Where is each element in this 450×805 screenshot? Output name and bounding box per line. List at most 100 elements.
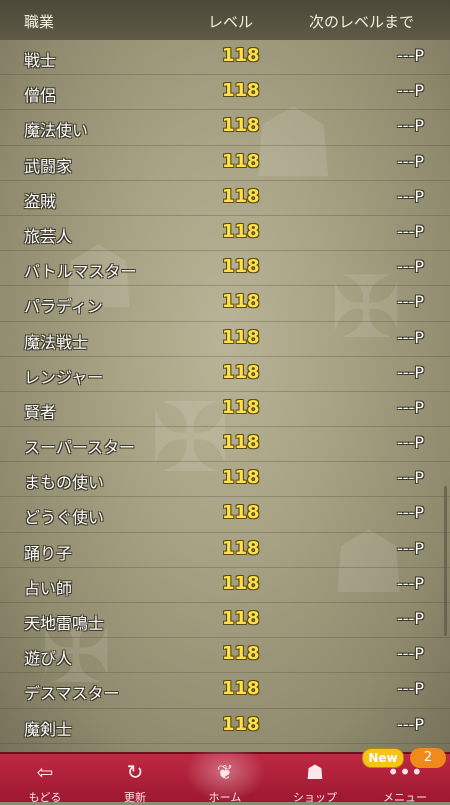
nav-update-label: 更新 xyxy=(124,791,146,804)
job-level: 118 xyxy=(222,256,260,278)
table-row: スーパースター 118 ---P xyxy=(0,427,450,463)
slime-icon: ☗ xyxy=(306,760,324,784)
nav-back-button[interactable]: ⇦ もどる xyxy=(0,754,90,804)
job-level: 118 xyxy=(222,45,260,66)
next-level-points: ---P xyxy=(397,468,424,488)
scrollbar[interactable] xyxy=(444,486,447,636)
nav-menu-label: メニュー xyxy=(383,791,427,804)
job-level: 118 xyxy=(222,185,260,207)
table-row: 戦士 118 ---P xyxy=(0,40,450,76)
job-level: 118 xyxy=(222,326,260,348)
nav-update-button[interactable]: ↻ 更新 xyxy=(90,754,180,804)
job-level: 118 xyxy=(222,396,260,418)
table-row: 僧侶 118 ---P xyxy=(0,75,450,111)
next-level-points: ---P xyxy=(397,609,424,628)
job-name: スーパースター xyxy=(24,438,136,458)
table-row: 武闘家 118 ---P xyxy=(0,146,450,181)
nav-home-label: ホーム xyxy=(208,791,242,804)
job-name: 賢者 xyxy=(24,402,57,422)
next-level-points: ---P xyxy=(397,292,424,312)
next-level-points: ---P xyxy=(397,573,424,593)
column-header-next-level: 次のレベルまで xyxy=(309,13,415,31)
next-level-points: ---P xyxy=(397,81,424,101)
column-header-job: 職業 xyxy=(24,13,55,31)
table-row: 魔法戦士 118 ---P xyxy=(0,322,450,357)
job-name: 魔法戦士 xyxy=(24,332,89,352)
next-level-points: ---P xyxy=(397,714,424,734)
bottom-nav-bar: ⇦ もどる ↻ 更新 ❦ ホーム ☗ ショップ ••• メニュー New 2 xyxy=(0,748,450,804)
job-level: 118 xyxy=(222,608,260,629)
job-level: 118 xyxy=(222,467,260,489)
next-level-points: ---P xyxy=(397,362,424,382)
table-row: パラディン 118 ---P xyxy=(0,286,450,322)
job-level: 118 xyxy=(222,537,260,559)
job-name: バトルマスター xyxy=(24,262,137,282)
table-row: 旅芸人 118 ---P xyxy=(0,216,450,252)
next-level-points: ---P xyxy=(397,679,424,699)
new-badge: New xyxy=(362,748,404,768)
job-level: 118 xyxy=(222,361,260,383)
job-name: 天地雷鳴士 xyxy=(24,614,105,633)
next-level-points: ---P xyxy=(397,327,424,347)
next-level-points: ---P xyxy=(397,433,424,453)
job-name: レンジャー xyxy=(24,367,104,387)
home-dracky-icon: ❦ xyxy=(216,760,234,784)
job-level: 118 xyxy=(222,115,260,137)
next-level-points: ---P xyxy=(397,46,424,65)
table-header: 職業 レベル 次のレベルまで xyxy=(0,0,450,40)
next-level-points: ---P xyxy=(397,503,424,523)
job-name: 占い師 xyxy=(24,578,73,598)
nav-shop-label: ショップ xyxy=(293,791,337,804)
job-name: デスマスター xyxy=(24,684,120,704)
next-level-points: ---P xyxy=(397,644,424,664)
nav-shop-button[interactable]: ☗ ショップ xyxy=(270,754,360,804)
table-row: デスマスター 118 ---P xyxy=(0,673,450,709)
job-level: 118 xyxy=(222,678,260,700)
job-name: 遊び人 xyxy=(24,649,73,669)
job-name: どうぐ使い xyxy=(24,508,105,528)
table-row: バトルマスター 118 ---P xyxy=(0,251,450,287)
table-row: 盗賊 118 ---P xyxy=(0,181,450,216)
table-row: どうぐ使い 118 ---P xyxy=(0,497,450,533)
job-level: 118 xyxy=(222,432,260,454)
job-list[interactable]: 戦士 118 ---P 僧侶 118 ---P 魔法使い 118 ---P 武闘家 118 --… xyxy=(0,40,450,744)
job-level: 118 xyxy=(222,150,260,172)
next-level-points: ---P xyxy=(397,397,424,417)
next-level-points: ---P xyxy=(397,116,424,136)
job-name: 僧侶 xyxy=(24,86,57,106)
next-level-points: ---P xyxy=(397,257,424,277)
job-name: 旅芸人 xyxy=(24,226,73,246)
job-name: 踊り子 xyxy=(24,543,73,563)
next-level-points: ---P xyxy=(397,538,424,558)
job-name: 魔法使い xyxy=(24,121,89,141)
job-level: 118 xyxy=(222,502,260,524)
table-row: 魔剣士 118 ---P xyxy=(0,709,450,744)
next-level-points: ---P xyxy=(397,151,424,171)
job-name: 武闘家 xyxy=(24,156,73,176)
nav-back-label: もどる xyxy=(28,791,62,804)
job-level: 118 xyxy=(222,80,260,102)
job-level-screen: ☗ ☗ ✠ ✠ ☗ ✠ 職業 レベル 次のレベルまで 戦士 118 ---P 僧侶 1… xyxy=(0,0,450,752)
job-name: まもの使い xyxy=(24,473,105,493)
job-level: 118 xyxy=(222,291,260,313)
table-row: まもの使い 118 ---P xyxy=(0,462,450,498)
job-level: 118 xyxy=(222,220,260,242)
job-level: 118 xyxy=(222,572,260,594)
job-name: 魔剣士 xyxy=(24,719,73,739)
table-row: 魔法使い 118 ---P xyxy=(0,110,450,146)
job-level: 118 xyxy=(222,643,260,665)
job-name: 戦士 xyxy=(24,51,57,70)
next-level-points: ---P xyxy=(397,221,424,241)
back-arrow-icon: ⇦ xyxy=(36,760,54,784)
column-header-level: レベル xyxy=(208,13,254,31)
notification-count-badge: 2 xyxy=(410,748,446,768)
job-name: パラディン xyxy=(24,297,103,317)
table-row: 遊び人 118 ---P xyxy=(0,638,450,674)
table-row: 天地雷鳴士 118 ---P xyxy=(0,603,450,639)
job-name: 盗賊 xyxy=(24,191,57,211)
table-row: レンジャー 118 ---P xyxy=(0,357,450,392)
nav-home-button[interactable]: ❦ ホーム xyxy=(180,754,270,804)
table-row: 占い師 118 ---P xyxy=(0,568,450,603)
table-row: 賢者 118 ---P xyxy=(0,392,450,428)
table-row: 踊り子 118 ---P xyxy=(0,533,450,568)
